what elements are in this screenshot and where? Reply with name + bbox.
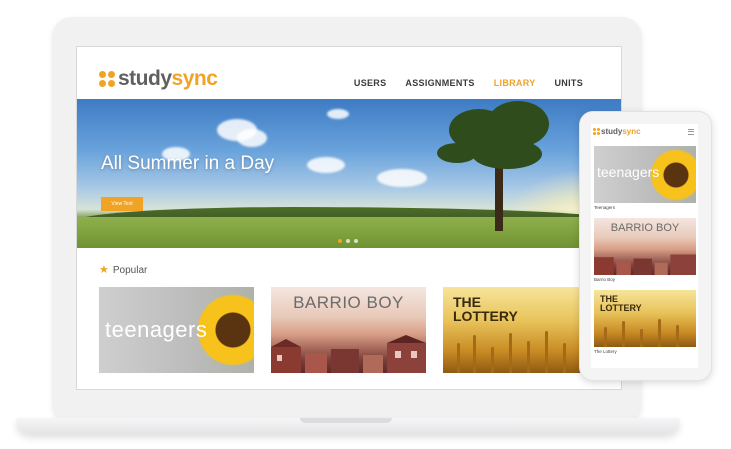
wheat-stalk <box>563 343 566 373</box>
wheat-stalk <box>676 325 679 347</box>
phone-card-caption: Barrio Boy <box>594 277 616 282</box>
phone-card-teenagers[interactable]: teenagers <box>594 146 696 203</box>
phone-screen: study sync teenagers Teenagers BARRIO BOY… <box>591 124 698 368</box>
logo-sync-text: sync <box>622 127 641 136</box>
hero-banner: All Summer in a Day View Text <box>77 99 621 248</box>
logo-dots-icon <box>99 71 115 87</box>
cloud-shape <box>327 109 349 119</box>
cloud-shape <box>377 169 427 187</box>
houses-image <box>594 254 696 275</box>
carousel-dot[interactable] <box>346 239 350 243</box>
logo-study-text: study <box>601 127 623 136</box>
phone-card-image-title: THE LOTTERY <box>600 294 642 313</box>
cloud-shape <box>307 157 345 173</box>
card-title: THE LOTTERY <box>453 294 518 324</box>
phone-card-image-title: teenagers <box>597 164 660 180</box>
phone-studysync-logo[interactable]: study sync <box>593 127 641 136</box>
star-icon: ★ <box>99 264 109 276</box>
card-teenagers[interactable]: teenagers <box>99 287 254 373</box>
hamburger-menu-icon[interactable] <box>688 129 694 135</box>
hero-title: All Summer in a Day <box>101 153 275 174</box>
carousel-dot[interactable] <box>338 239 342 243</box>
carousel-dots <box>338 239 358 243</box>
wheat-stalk <box>658 319 661 347</box>
phone-card-barrio-boy[interactable]: BARRIO BOY <box>594 218 696 275</box>
logo-sync-text: sync <box>171 67 218 90</box>
card-title: BARRIO BOY <box>293 293 404 312</box>
nav-item-units[interactable]: UNITS <box>555 78 584 88</box>
nav-links: USERS ASSIGNMENTS LIBRARY UNITS <box>354 78 583 88</box>
wheat-stalk <box>545 331 548 373</box>
view-text-button[interactable]: View Text <box>101 197 143 211</box>
wheat-stalk <box>527 341 530 373</box>
nav-item-users[interactable]: USERS <box>354 78 387 88</box>
carousel-dot[interactable] <box>354 239 358 243</box>
wheat-stalk <box>640 329 643 347</box>
wheat-stalk <box>457 343 460 373</box>
card-barrio-boy[interactable]: BARRIO BOY <box>271 287 426 373</box>
wheat-stalk <box>509 333 512 373</box>
wheat-stalk <box>604 327 607 347</box>
popular-label: Popular <box>112 265 148 276</box>
phone-card-caption: The Lottery <box>594 349 617 354</box>
card-title: teenagers <box>105 317 208 342</box>
phone-card-caption: Teenagers <box>594 205 616 210</box>
top-nav: study sync USERS ASSIGNMENTS LIBRARY UNIT… <box>77 47 621 99</box>
popular-heading: ★ Popular <box>99 264 148 277</box>
logo-study-text: study <box>118 67 172 90</box>
laptop-notch <box>300 418 392 423</box>
cloud-shape <box>237 129 267 147</box>
phone-frame: study sync teenagers Teenagers BARRIO BOY… <box>579 111 712 381</box>
houses-image <box>271 335 426 373</box>
logo-dots-icon <box>593 128 600 135</box>
nav-item-assignments[interactable]: ASSIGNMENTS <box>405 78 474 88</box>
studysync-logo[interactable]: study sync <box>99 67 218 91</box>
phone-card-image-title: BARRIO BOY <box>610 222 680 234</box>
tree-crown <box>437 143 477 163</box>
wheat-stalk <box>622 321 625 347</box>
laptop-screen: study sync USERS ASSIGNMENTS LIBRARY UNIT… <box>76 46 622 390</box>
card-the-lottery[interactable]: THE LOTTERY <box>443 287 598 373</box>
tree-crown <box>472 139 542 169</box>
nav-item-library[interactable]: LIBRARY <box>494 78 536 88</box>
wheat-stalk <box>473 335 476 373</box>
wheat-stalk <box>491 347 494 373</box>
grass-field <box>77 217 621 248</box>
phone-card-the-lottery[interactable]: THE LOTTERY <box>594 290 696 347</box>
